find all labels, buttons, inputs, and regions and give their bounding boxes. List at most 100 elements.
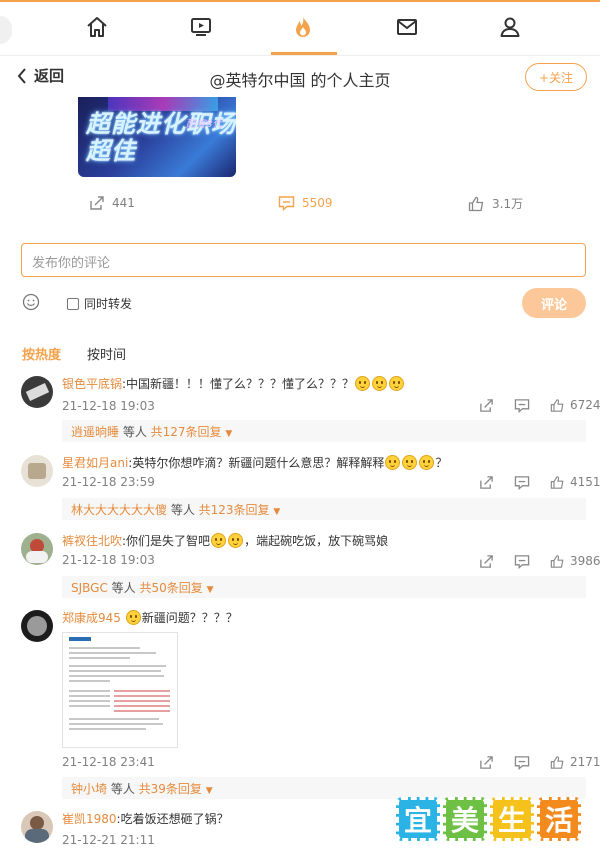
tab-sort-hot[interactable]: 按热度 (22, 344, 61, 363)
comment-like[interactable]: 2171 (550, 755, 600, 770)
forward-stat[interactable]: 441 (89, 195, 135, 211)
tab-sort-time[interactable]: 按时间 (87, 344, 126, 363)
post-image[interactable]: 超能进化职场超佳 酷睿8代 (78, 97, 236, 177)
composer-tools: 同时转发 评论 (0, 288, 600, 318)
avatar[interactable] (21, 610, 53, 642)
thumbs-up-icon (550, 398, 564, 412)
thumbs-up-icon (550, 554, 564, 568)
reply-count[interactable]: 共127条回复 (151, 425, 222, 439)
logo-char: 美 (443, 797, 487, 841)
crying-emoji-icon (125, 610, 141, 625)
comment-text-tail: ，端起碗吃饭，放下碗骂娘 (244, 534, 389, 548)
follow-button[interactable]: +关注 (525, 63, 587, 91)
comment-like-count: 3986 (570, 554, 600, 568)
reply-icon[interactable] (514, 397, 530, 413)
thumbs-up-icon (468, 196, 484, 211)
checkbox-box[interactable] (67, 297, 79, 310)
comment-username[interactable]: 银色平底锅 (62, 377, 122, 391)
like-stat[interactable]: 3.1万 (468, 195, 523, 212)
comment-text: :中国新疆！！！懂了么？？？懂了么？？？ (122, 377, 355, 391)
comment-time: 21-12-18 19:03 (62, 399, 155, 413)
smile-emoji-icon (389, 376, 405, 391)
share-icon[interactable] (478, 553, 494, 569)
share-icon[interactable] (478, 754, 494, 770)
reply-users[interactable]: 林大大大大大大傻 (71, 503, 167, 517)
reply-mid: 等人 (167, 503, 199, 517)
comment-like-count: 4151 (570, 475, 600, 489)
video-icon[interactable] (186, 12, 216, 42)
avatar[interactable] (21, 376, 53, 408)
mail-icon[interactable] (392, 12, 422, 42)
comment-attachment-image[interactable] (62, 632, 178, 748)
comment-username[interactable]: 郑康成945 (62, 611, 121, 625)
comment-username[interactable]: 星君如月ani (62, 456, 128, 470)
reply-summary[interactable]: 林大大大大大大傻 等人 共123条回复 ▼ (62, 498, 586, 520)
reply-users[interactable]: 钟小埼 (71, 782, 107, 796)
share-icon (90, 196, 104, 210)
comment-time: 21-12-18 19:03 (62, 553, 155, 567)
comment-text: :你们是失了智吧 (122, 534, 211, 548)
avatar[interactable] (21, 455, 53, 487)
comment-time: 21-12-21 21:11 (62, 833, 155, 847)
caret-down-icon: ▼ (205, 786, 213, 796)
comment-text: :吃着饭还想砸了锅？ (116, 812, 229, 826)
reply-icon[interactable] (514, 553, 530, 569)
reply-summary[interactable]: SJBGC 等人 共50条回复 ▼ (62, 576, 586, 598)
reply-summary[interactable]: 钟小埼 等人 共39条回复 ▼ (62, 777, 586, 799)
comment-actions: 4151 (478, 474, 600, 490)
comment-stat[interactable]: 5509 (278, 195, 333, 211)
user-icon[interactable] (495, 12, 525, 42)
reply-icon[interactable] (514, 474, 530, 490)
logo-char: 生 (490, 797, 534, 841)
home-icon[interactable] (82, 12, 112, 42)
thumbs-up-icon (550, 475, 564, 489)
logo-char: 活 (537, 797, 581, 841)
smile-emoji-icon (419, 455, 435, 470)
comment-actions: 2171 (478, 754, 600, 770)
thumbs-up-icon (550, 755, 564, 769)
sort-tabs: 按热度 按时间 (22, 344, 126, 363)
reply-users[interactable]: SJBGC (71, 581, 108, 595)
sweat-emoji-icon (211, 533, 227, 548)
top-nav (0, 0, 600, 56)
comment-actions: 3986 (478, 553, 600, 569)
forward-checkbox[interactable]: 同时转发 (67, 295, 132, 312)
comment-input[interactable]: 发布你的评论 (21, 243, 586, 277)
comment-like-count: 6724 (570, 398, 600, 412)
smile-emoji-icon (402, 455, 418, 470)
submit-comment-button[interactable]: 评论 (522, 288, 586, 318)
comment-username[interactable]: 崔凯1980 (62, 812, 117, 826)
page-header: 返回 @英特尔中国 的个人主页 +关注 (0, 57, 600, 97)
sweat-emoji-icon (228, 533, 244, 548)
caret-down-icon: ▼ (273, 507, 281, 517)
comment-username[interactable]: 裤衩往北吹 (62, 534, 122, 548)
reply-users[interactable]: 逍遥晌睡 (71, 425, 119, 439)
side-pill (0, 16, 12, 44)
reply-count[interactable]: 共123条回复 (199, 503, 270, 517)
reply-count[interactable]: 共50条回复 (140, 581, 203, 595)
watermark-logo: 宜 美 生 活 (396, 797, 581, 841)
flame-icon[interactable] (288, 12, 318, 42)
smile-emoji-icon (372, 376, 388, 391)
logo-char: 宜 (396, 797, 440, 841)
caret-down-icon: ▼ (225, 429, 233, 439)
reply-mid: 等人 (107, 581, 140, 595)
avatar[interactable] (21, 811, 53, 843)
comment-time: 21-12-18 23:59 (62, 475, 155, 489)
reply-summary[interactable]: 逍遥晌睡 等人 共127条回复 ▼ (62, 420, 586, 442)
reply-count[interactable]: 共39条回复 (139, 782, 202, 796)
comment-count: 5509 (302, 196, 333, 210)
avatar[interactable] (21, 533, 53, 565)
active-tab-indicator (271, 52, 337, 55)
comment-like[interactable]: 3986 (550, 554, 600, 569)
comment-like[interactable]: 6724 (550, 398, 600, 413)
share-icon[interactable] (478, 474, 494, 490)
comment-like[interactable]: 4151 (550, 475, 600, 490)
post-stats: 441 5509 3.1万 (0, 192, 600, 216)
emoji-picker-icon[interactable] (22, 293, 40, 314)
post-image-tag: 酷睿8代 (186, 119, 223, 130)
share-icon[interactable] (478, 397, 494, 413)
reply-icon[interactable] (514, 754, 530, 770)
comment-like-count: 2171 (570, 755, 600, 769)
reply-mid: 等人 (119, 425, 151, 439)
